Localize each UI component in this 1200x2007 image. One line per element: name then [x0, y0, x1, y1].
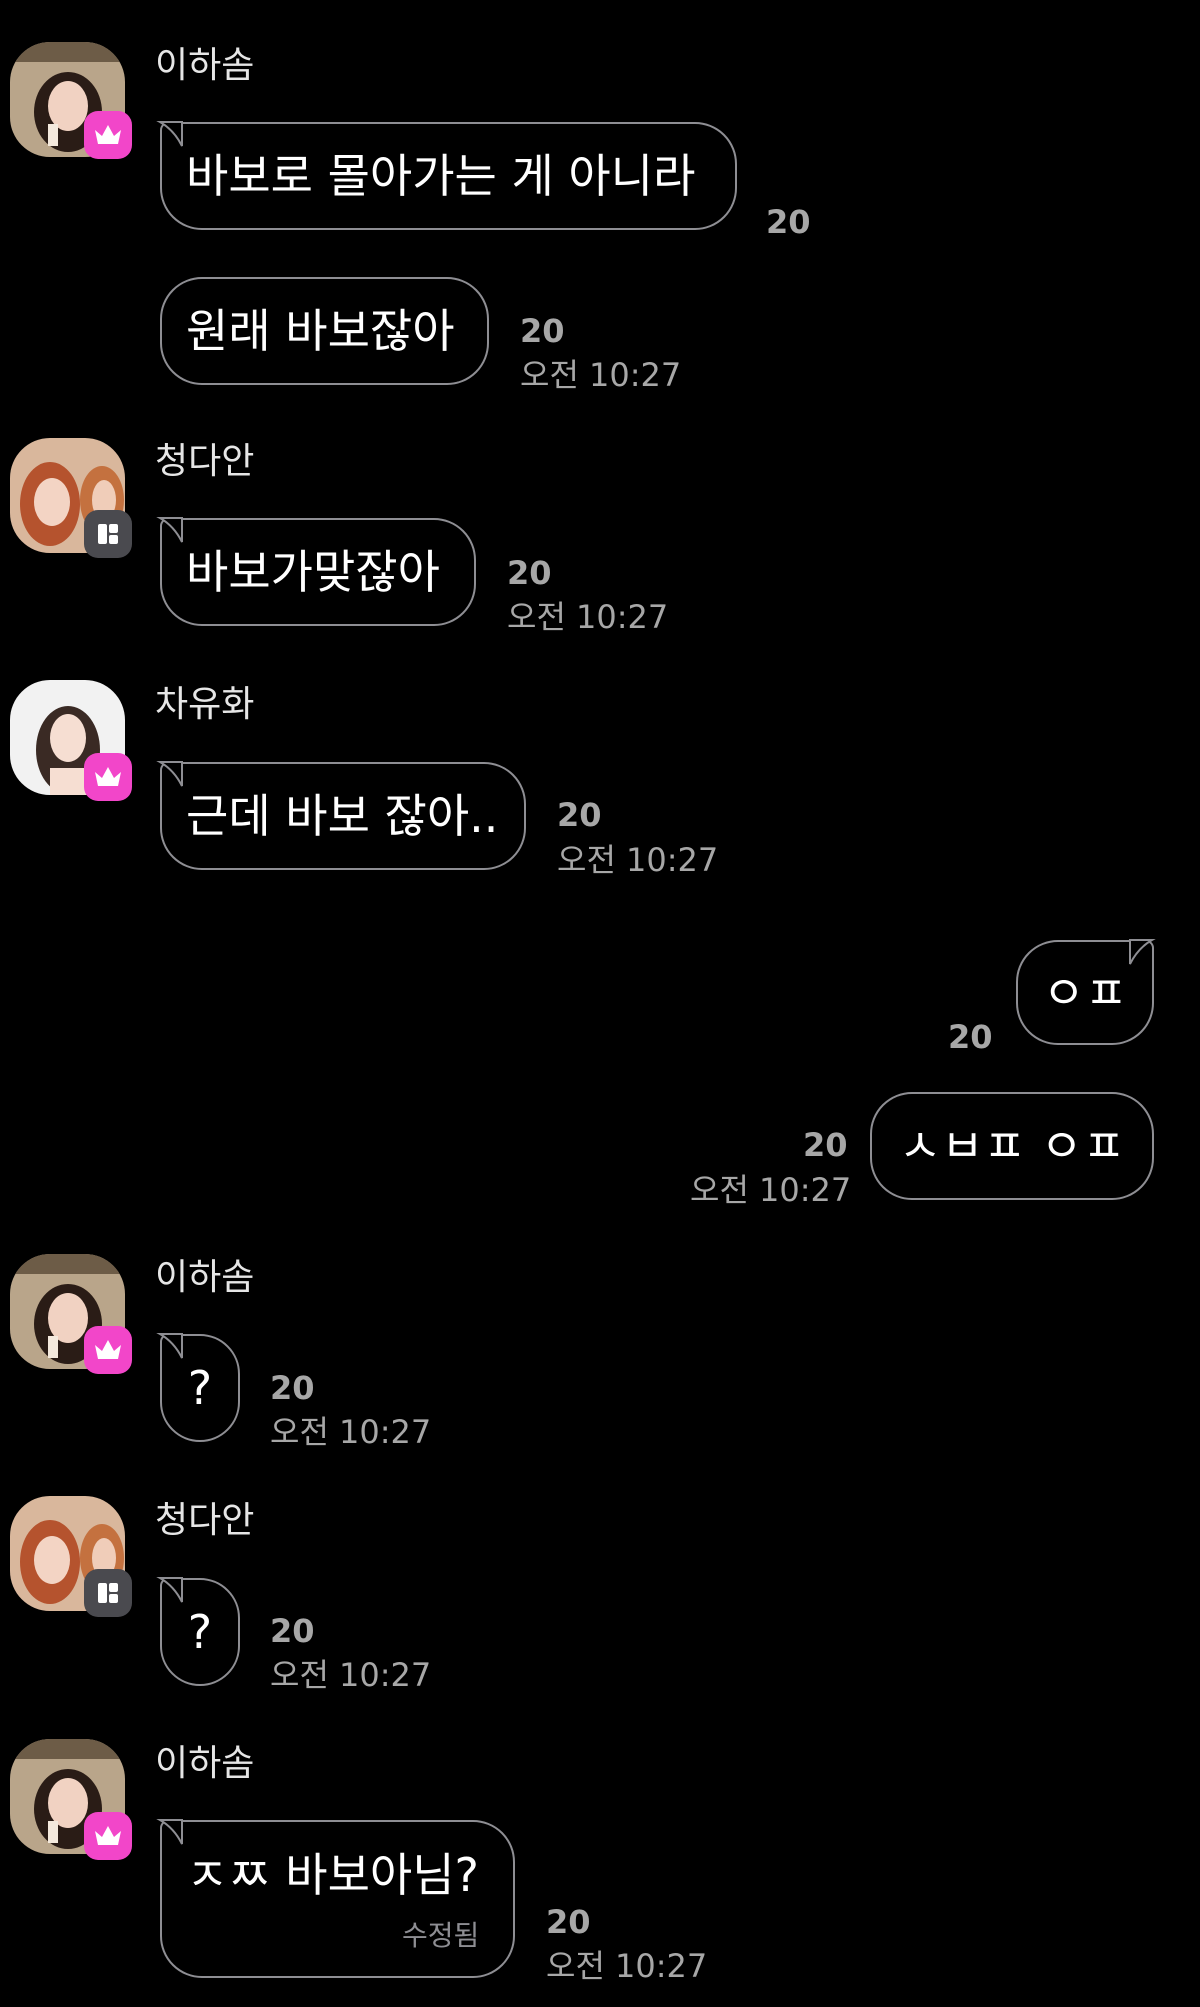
sender-name: 이하솜	[155, 45, 255, 86]
message-bubble[interactable]: 원래 바보잖아	[160, 277, 489, 385]
bubble-tail	[156, 761, 183, 787]
message-text: ㅅㅂㅍ ㅇㅍ	[898, 1119, 1126, 1173]
crown-badge	[84, 753, 132, 801]
sender-name: 이하솜	[155, 1257, 255, 1298]
sender-name: 이하솜	[155, 1743, 255, 1784]
message-time: 오전 10:27	[557, 841, 719, 879]
message-time: 오전 10:27	[270, 1656, 432, 1694]
message-time: 오전 10:27	[690, 1171, 852, 1209]
bubble-tail	[156, 1333, 183, 1359]
unread-count: 20	[546, 1903, 591, 1941]
crown-icon	[95, 125, 121, 144]
sender-name: 청다안	[155, 1500, 255, 1541]
crown-icon	[95, 1340, 121, 1359]
bubble-tail	[156, 121, 183, 147]
bubble-tail	[156, 1577, 183, 1603]
unread-count: 20	[520, 312, 565, 350]
message-bubble[interactable]: ㅅㅂㅍ ㅇㅍ	[870, 1092, 1154, 1200]
unread-count: 20	[270, 1612, 315, 1650]
crown-icon	[95, 1826, 121, 1845]
unread-count: 20	[803, 1126, 848, 1164]
crown-icon	[95, 767, 121, 786]
message-text: ㅇㅍ	[1042, 965, 1128, 1020]
crown-badge	[84, 1326, 132, 1374]
message-bubble[interactable]: 바보가맞잖아	[160, 518, 476, 626]
crown-badge	[84, 1812, 132, 1860]
block-icon	[98, 1583, 118, 1603]
message-bubble[interactable]: 바보로 몰아가는 게 아니라	[160, 122, 737, 230]
message-text: 원래 바보잖아	[186, 304, 455, 358]
block-badge	[84, 1569, 132, 1617]
block-badge	[84, 510, 132, 558]
crown-badge	[84, 111, 132, 159]
message-text: 바보가맞잖아	[186, 545, 440, 599]
message-text: ?	[187, 1605, 213, 1659]
bubble-tail	[156, 1819, 183, 1845]
message-text: ㅈㅉ 바보아님?	[186, 1848, 479, 1902]
edited-label: 수정됨	[402, 1919, 480, 1952]
block-icon	[98, 524, 118, 544]
message-text: 바보로 몰아가는 게 아니라	[186, 149, 696, 203]
sender-name: 청다안	[155, 441, 255, 482]
message-time: 오전 10:27	[546, 1947, 708, 1985]
message-time: 오전 10:27	[270, 1413, 432, 1451]
unread-count: 20	[557, 796, 602, 834]
message-bubble[interactable]: ㅈㅉ 바보아님?	[160, 1820, 515, 1978]
unread-count: 20	[948, 1018, 993, 1056]
unread-count: 20	[766, 203, 811, 241]
message-text: ?	[187, 1361, 213, 1415]
message-time: 오전 10:27	[507, 598, 669, 636]
message-time: 오전 10:27	[520, 356, 682, 394]
unread-count: 20	[507, 554, 552, 592]
message-text: 근데 바보 잖아..	[186, 789, 499, 843]
message-bubble[interactable]: 근데 바보 잖아..	[160, 762, 526, 870]
bubble-tail	[156, 517, 183, 543]
bubble-tail	[1129, 939, 1156, 965]
unread-count: 20	[270, 1369, 315, 1407]
sender-name: 차유화	[155, 684, 255, 725]
